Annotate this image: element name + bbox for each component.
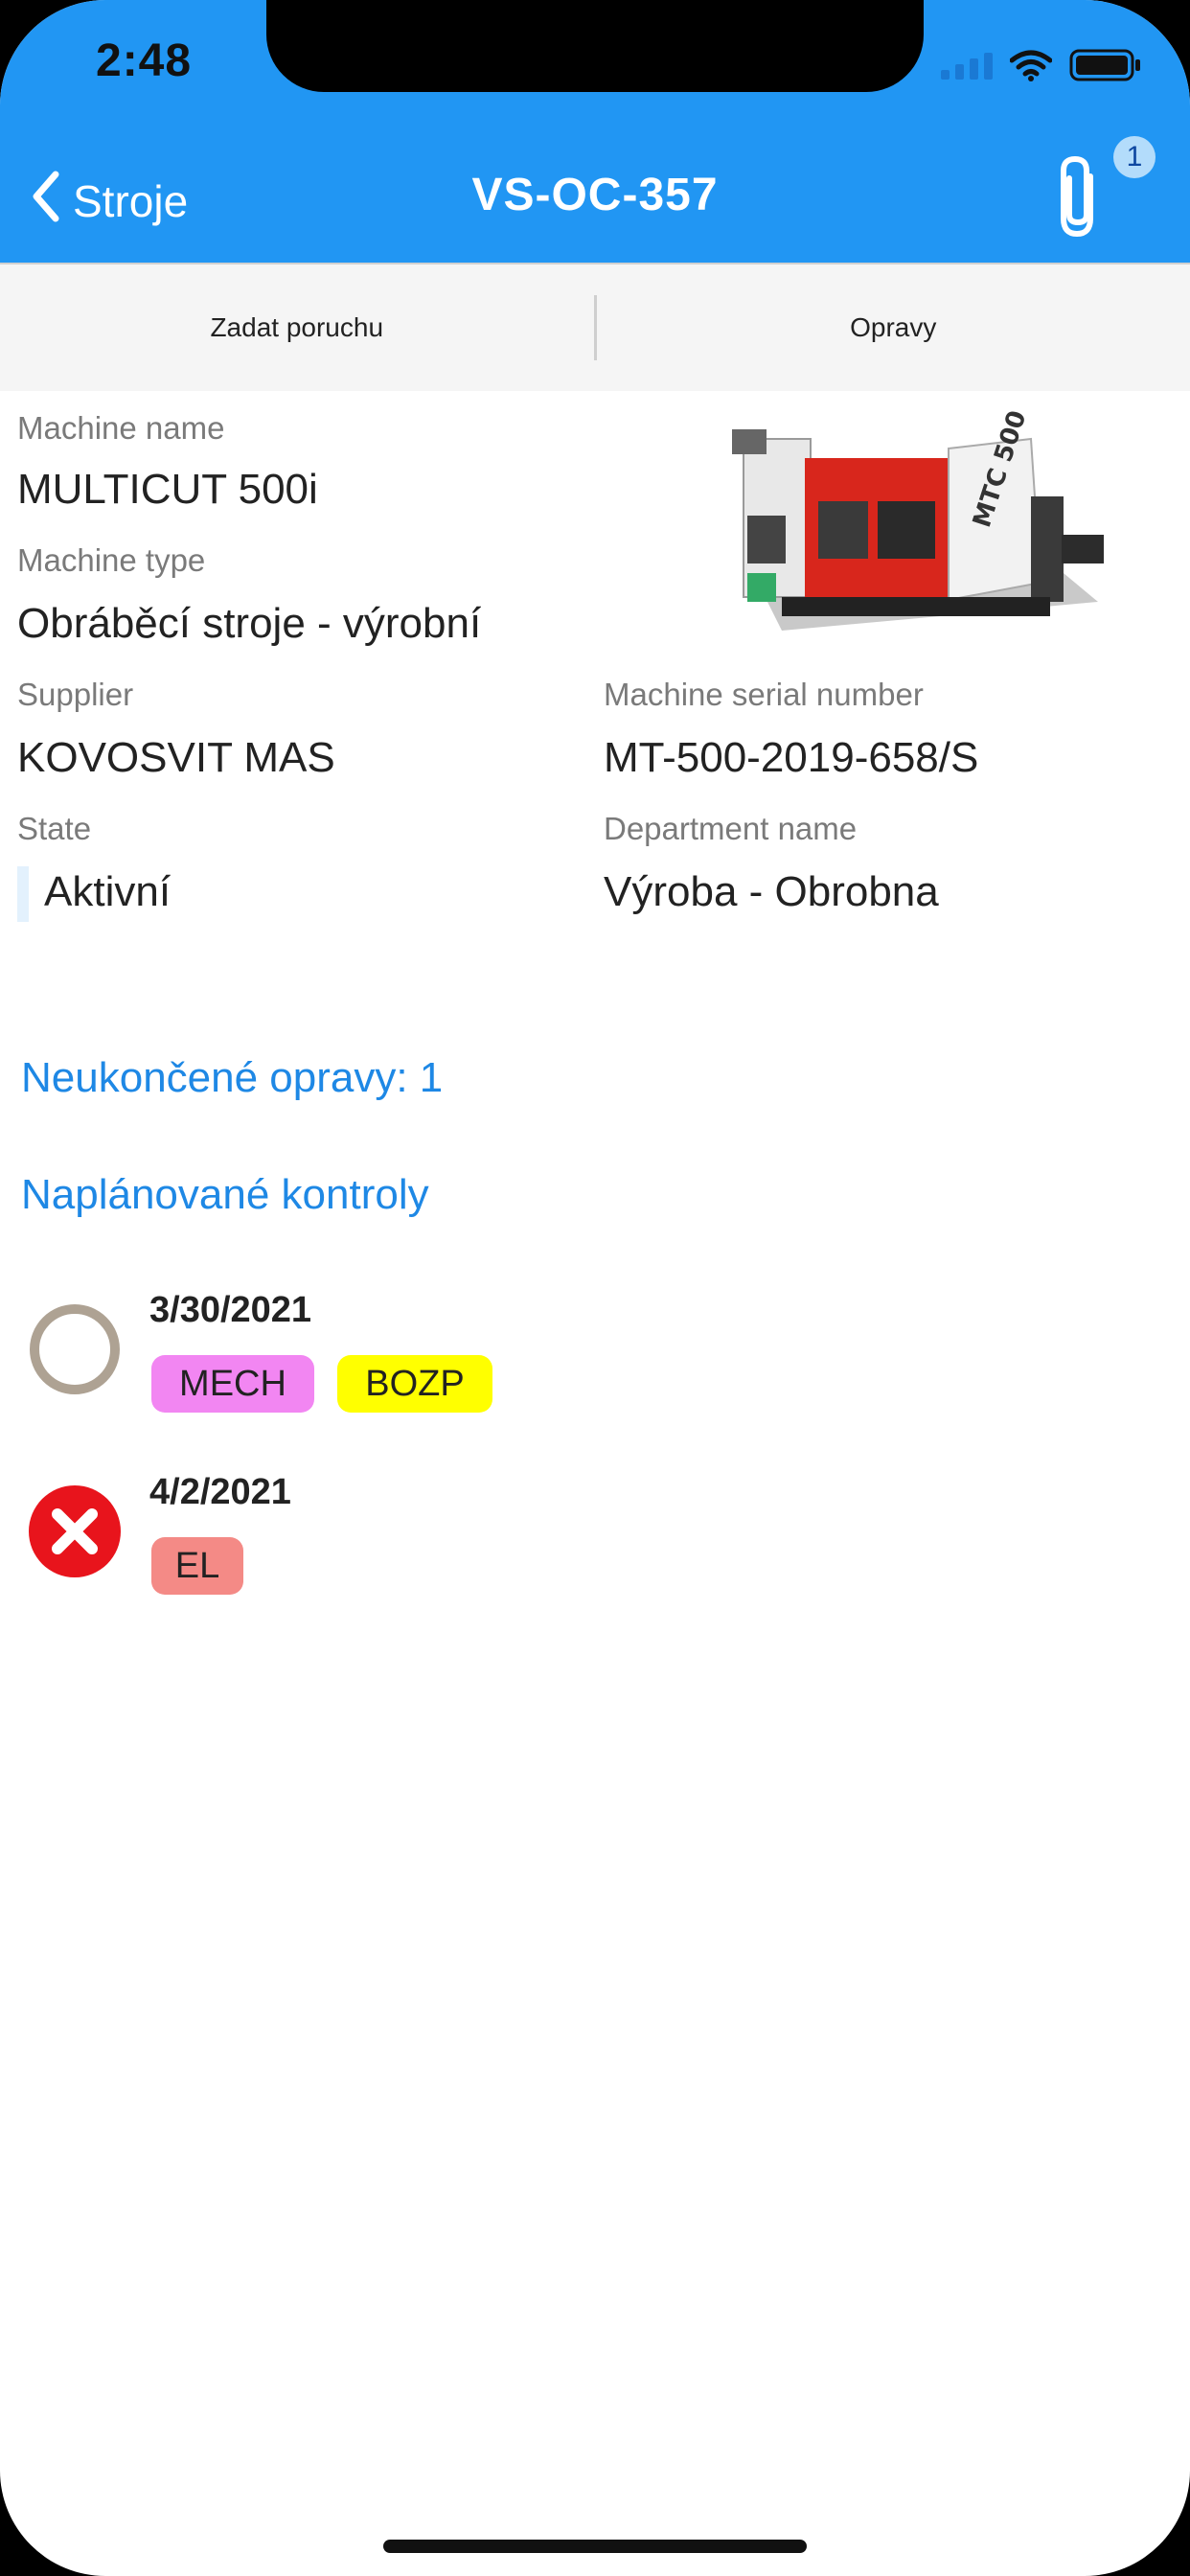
supplier-label: Supplier [17, 677, 134, 712]
phone-screen: 2:48 Stroje VS-OC-357 1 Zadat poruchu Op… [0, 0, 1190, 2576]
control-date: 4/2/2021 [149, 1472, 291, 1512]
empty-circle-icon [27, 1301, 123, 1402]
machine-image[interactable]: MTC 500 [724, 407, 1108, 645]
serial-number-value: MT-500-2019-658/S [604, 734, 979, 781]
battery-icon [1069, 48, 1142, 82]
app-header: 2:48 Stroje VS-OC-357 1 [0, 0, 1190, 263]
machine-type-value: Obráběcí stroje - výrobní [17, 600, 482, 647]
department-label: Department name [604, 811, 858, 846]
tab-zadat-poruchu[interactable]: Zadat poruchu [0, 264, 594, 391]
tab-opravy[interactable]: Opravy [597, 264, 1190, 391]
supplier-value: KOVOSVIT MAS [17, 734, 335, 781]
machine-name-label: Machine name [17, 410, 225, 446]
machine-type-label: Machine type [17, 542, 206, 578]
planned-checks-link[interactable]: Naplánované kontroly [21, 1171, 429, 1219]
signal-icon [941, 51, 993, 80]
serial-number-label: Machine serial number [604, 677, 924, 712]
state-value: Aktivní [44, 868, 172, 915]
action-tabbar: Zadat poruchu Opravy [0, 263, 1190, 391]
department-value: Výroba - Obrobna [604, 868, 939, 915]
tag-el: EL [151, 1537, 243, 1595]
status-time: 2:48 [96, 35, 193, 86]
home-indicator[interactable] [383, 2540, 807, 2553]
machine-name-value: MULTICUT 500i [17, 466, 318, 513]
tag-mech: MECH [151, 1355, 314, 1413]
page-title: VS-OC-357 [471, 170, 719, 220]
paperclip-icon[interactable] [1052, 153, 1104, 244]
device-notch [266, 0, 924, 92]
attachment-count-badge: 1 [1113, 136, 1156, 178]
wifi-icon [1010, 49, 1052, 81]
control-date: 3/30/2021 [149, 1290, 312, 1330]
error-x-circle-icon [27, 1484, 123, 1584]
open-repairs-link[interactable]: Neukončené opravy: 1 [21, 1054, 443, 1102]
state-indicator [17, 866, 29, 922]
state-label: State [17, 811, 92, 846]
status-icons [941, 46, 1142, 84]
tag-bozp: BOZP [337, 1355, 492, 1413]
